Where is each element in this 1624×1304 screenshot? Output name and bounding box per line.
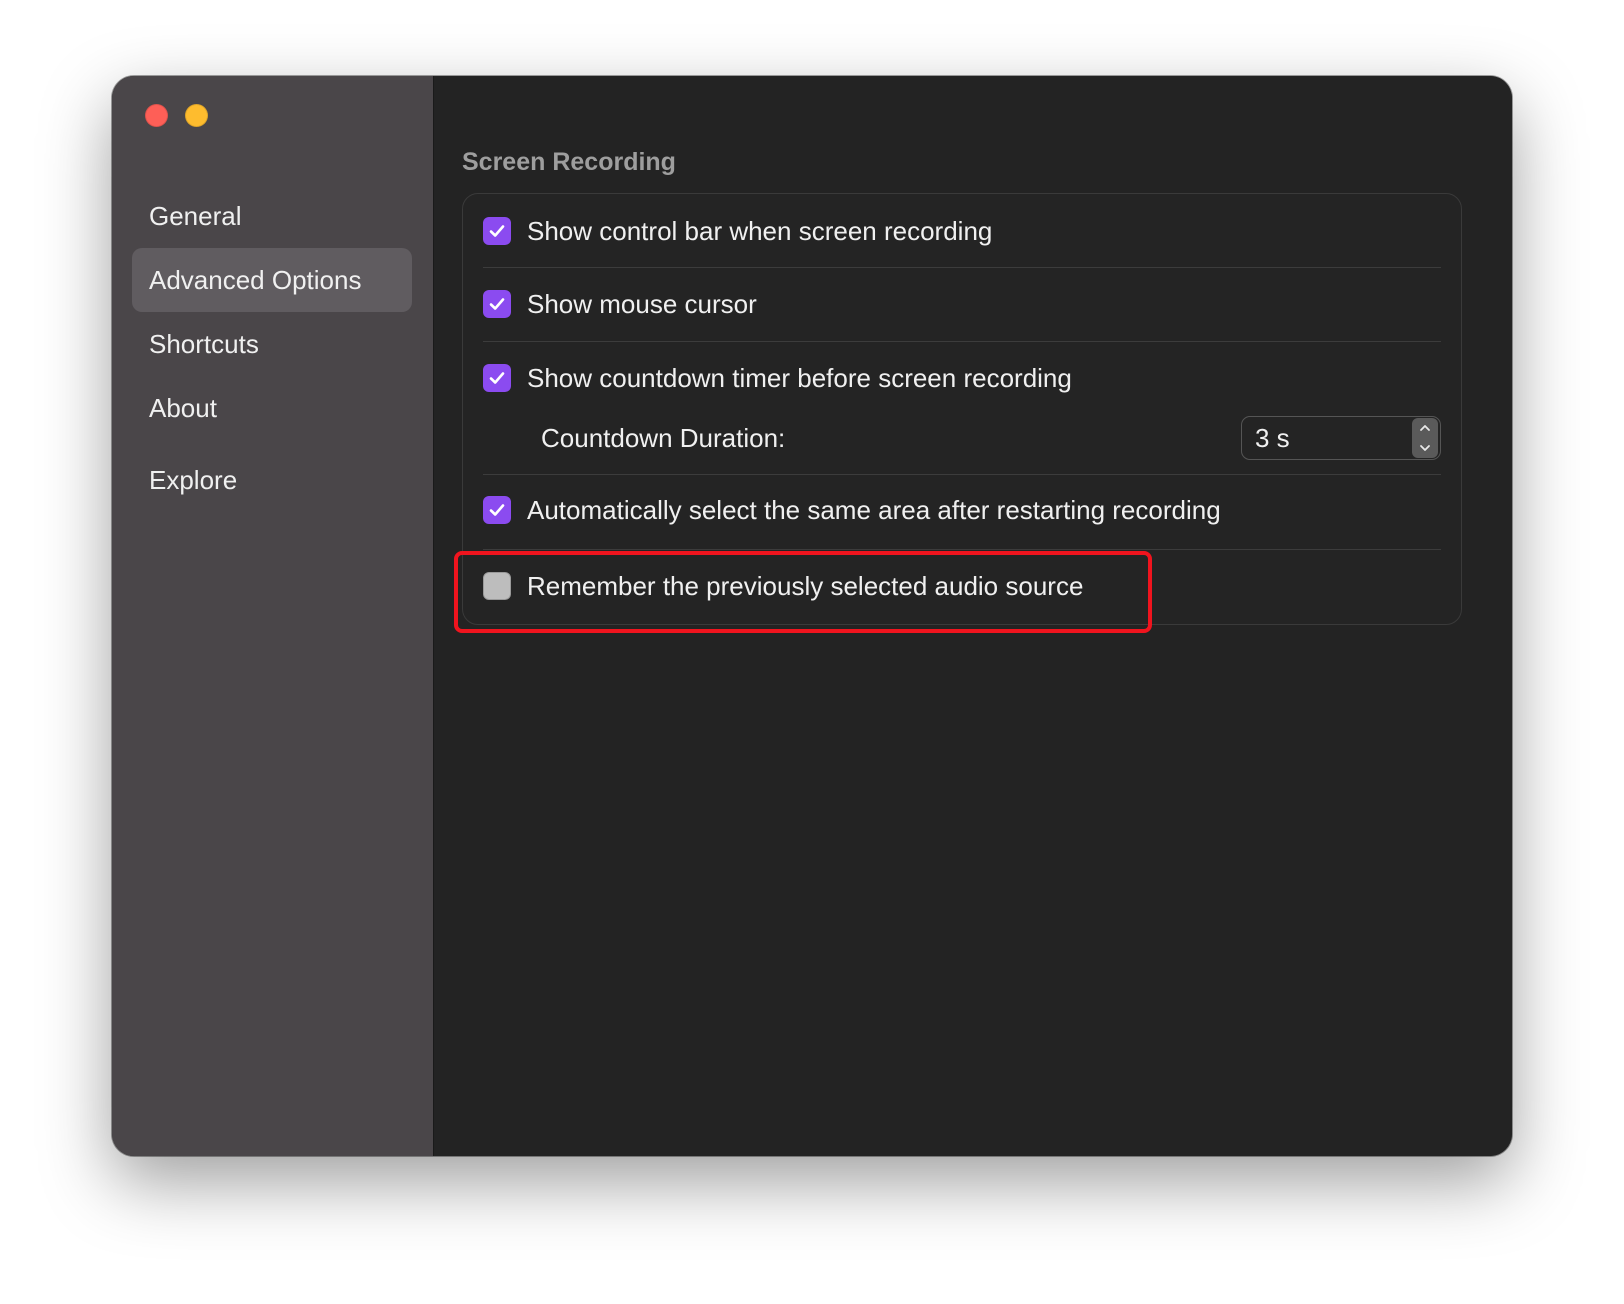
option-row-auto-select-area: Automatically select the same area after… — [483, 492, 1441, 528]
sidebar-item-shortcuts[interactable]: Shortcuts — [132, 312, 412, 376]
countdown-duration-stepper[interactable] — [1241, 416, 1441, 460]
sidebar-item-explore[interactable]: Explore — [132, 448, 412, 512]
option-label: Show mouse cursor — [527, 288, 757, 319]
checkmark-icon — [489, 298, 505, 310]
divider — [483, 549, 1441, 550]
countdown-duration-row: Countdown Duration: — [483, 416, 1441, 460]
option-row-remember-audio-source: Remember the previously selected audio s… — [483, 568, 1441, 604]
decrement-button[interactable] — [1412, 438, 1438, 458]
settings-group: Show control bar when screen recording S… — [462, 193, 1462, 625]
option-row-mouse-cursor: Show mouse cursor — [483, 286, 1441, 322]
checkmark-icon — [489, 225, 505, 237]
option-row-countdown-timer: Show countdown timer before screen recor… — [483, 360, 1441, 396]
option-label: Show countdown timer before screen recor… — [527, 362, 1072, 393]
mouse-cursor-checkbox[interactable] — [483, 290, 511, 318]
traffic-lights — [145, 104, 208, 127]
remember-audio-source-checkbox[interactable] — [483, 572, 511, 600]
divider — [483, 474, 1441, 475]
checkmark-icon — [489, 372, 505, 384]
chevron-down-icon — [1420, 445, 1430, 451]
sidebar-item-advanced-options[interactable]: Advanced Options — [132, 248, 412, 312]
auto-select-area-checkbox[interactable] — [483, 496, 511, 524]
countdown-timer-checkbox[interactable] — [483, 364, 511, 392]
preferences-window: General Advanced Options Shortcuts About… — [112, 76, 1512, 1156]
stepper-buttons — [1412, 418, 1438, 458]
chevron-up-icon — [1420, 425, 1430, 431]
sidebar-item-about[interactable]: About — [132, 376, 412, 440]
sidebar-item-general[interactable]: General — [132, 184, 412, 248]
divider — [483, 267, 1441, 268]
option-row-control-bar: Show control bar when screen recording — [483, 213, 1441, 249]
sidebar: General Advanced Options Shortcuts About… — [112, 76, 434, 1156]
main-content: Screen Recording Show control bar when s… — [434, 76, 1512, 1156]
control-bar-checkbox[interactable] — [483, 217, 511, 245]
countdown-duration-label: Countdown Duration: — [541, 423, 786, 453]
option-label: Remember the previously selected audio s… — [527, 570, 1084, 601]
increment-button[interactable] — [1412, 418, 1438, 438]
option-label: Show control bar when screen recording — [527, 215, 993, 246]
option-label: Automatically select the same area after… — [527, 494, 1221, 525]
checkmark-icon — [489, 504, 505, 516]
close-icon[interactable] — [145, 104, 168, 127]
divider — [483, 341, 1441, 342]
minimize-icon[interactable] — [185, 104, 208, 127]
countdown-duration-field[interactable] — [1242, 422, 1412, 454]
section-title: Screen Recording — [462, 148, 676, 176]
